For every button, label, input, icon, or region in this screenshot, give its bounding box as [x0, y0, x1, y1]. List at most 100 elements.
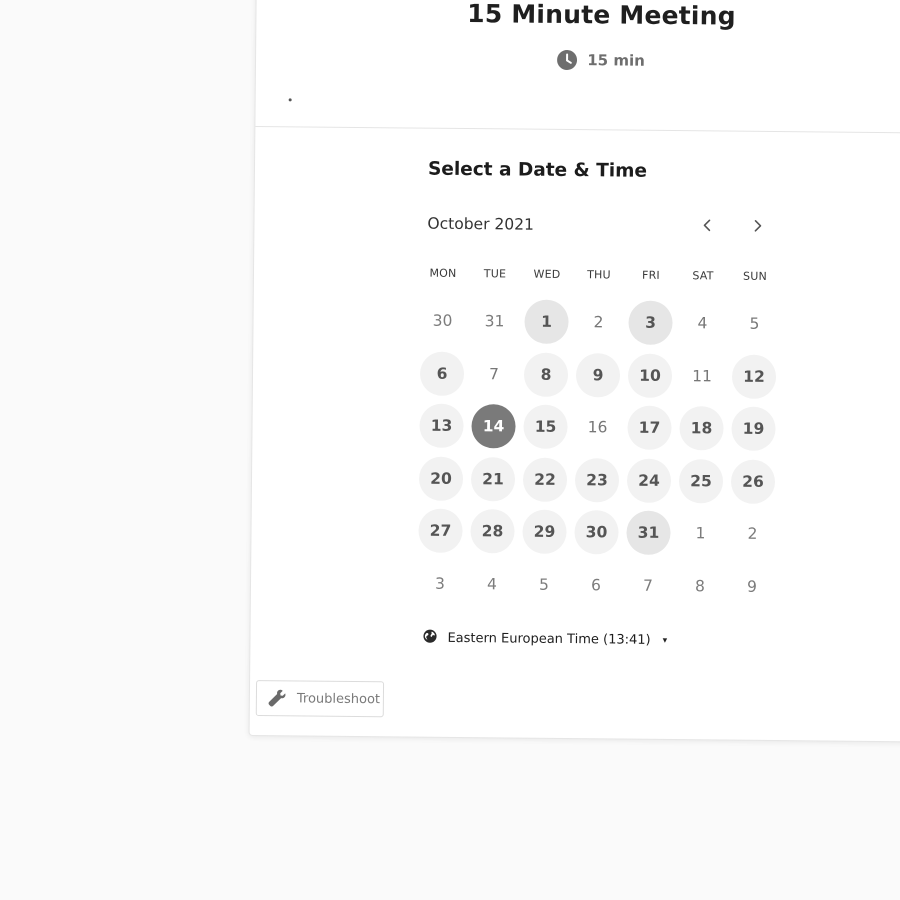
day-label: 4 [697, 314, 708, 333]
chevron-left-icon [701, 217, 713, 237]
weekday-label-sat: SAT [692, 269, 714, 283]
day-cell: 29 [518, 506, 571, 559]
caret-down-icon: ▾ [662, 635, 668, 646]
day-cell: 14 [467, 400, 520, 453]
event-title: 15 Minute Meeting [467, 0, 736, 31]
troubleshoot-label: Troubleshoot [296, 690, 381, 707]
day-cell: 25 [675, 455, 728, 508]
day-cell: 2 [726, 508, 779, 561]
selected-day-button[interactable]: 14 [471, 404, 516, 449]
event-duration: 15 min [256, 47, 900, 74]
day-cell: 9 [572, 349, 625, 402]
day-cell: 30 [416, 295, 469, 348]
day-cell: 31 [622, 507, 675, 560]
day-cell: 12 [728, 350, 781, 403]
day-cell: 13 [415, 400, 468, 453]
day-cell: 19 [727, 403, 780, 456]
day-cell: 5 [728, 298, 781, 351]
day-label: 30 [432, 311, 453, 331]
day-button[interactable]: 20 [418, 456, 464, 501]
select-date-title: Select a Date & Time [427, 158, 648, 182]
weekday-label-tue: TUE [483, 267, 507, 281]
day-label: 4 [486, 574, 498, 594]
day-button[interactable]: 22 [522, 457, 568, 502]
day-button[interactable]: 18 [679, 406, 724, 451]
day-label: 3 [434, 574, 446, 593]
chevron-right-icon [751, 218, 763, 238]
day-label: 2 [593, 313, 604, 332]
troubleshoot-button[interactable]: Troubleshoot [255, 680, 385, 718]
day-cell: 1 [674, 507, 727, 560]
day-cell: 4 [676, 297, 729, 350]
timezone-selector[interactable]: Eastern European Time (13:41) ▾ [422, 629, 667, 650]
day-cell: 11 [676, 350, 729, 403]
day-button[interactable]: 31 [626, 510, 671, 556]
day-cell: 8 [520, 348, 573, 401]
day-button[interactable]: 13 [419, 403, 464, 449]
day-button[interactable]: 25 [678, 458, 724, 504]
day-cell: 16 [571, 401, 624, 454]
day-label: 8 [694, 576, 706, 596]
day-button[interactable]: 19 [731, 406, 776, 452]
day-button[interactable]: 29 [522, 509, 567, 555]
day-cell: 6 [416, 347, 469, 400]
day-button[interactable]: 26 [730, 459, 776, 504]
day-button[interactable]: 21 [470, 456, 516, 502]
day-button[interactable]: 17 [627, 405, 672, 451]
day-button[interactable]: 24 [626, 458, 672, 503]
clock-icon [557, 49, 578, 70]
weekday-label-wed: WED [533, 267, 561, 281]
day-cell: 7 [622, 559, 675, 612]
day-button[interactable]: 30 [574, 510, 619, 555]
day-cell: 2 [572, 296, 625, 349]
day-cell: 6 [570, 559, 623, 612]
day-label: 5 [749, 315, 760, 334]
day-label: 7 [642, 576, 654, 595]
timezone-label: Eastern European Time (13:41) [447, 630, 651, 648]
month-navigation: October 2021 [427, 211, 772, 242]
event-header: 15 Minute Meeting 15 min [255, 0, 900, 134]
day-label: 2 [747, 524, 758, 544]
next-month-button[interactable] [743, 214, 771, 242]
day-button[interactable]: 27 [418, 508, 463, 554]
day-button[interactable]: 15 [523, 404, 568, 450]
globe-icon [422, 629, 437, 648]
booking-card: 15 Minute Meeting 15 min Select a Date &… [248, 0, 900, 743]
weekday-label-sun: SUN [742, 269, 767, 283]
day-cell: 24 [623, 454, 676, 507]
day-button[interactable]: 23 [574, 457, 620, 503]
day-label: 5 [538, 575, 550, 594]
day-cell: 18 [675, 402, 728, 455]
day-label: 11 [692, 366, 712, 386]
day-button[interactable]: 1 [524, 299, 569, 345]
day-cell: 15 [519, 401, 572, 454]
day-button[interactable]: 28 [470, 509, 515, 554]
weekday-label-thu: THU [587, 268, 611, 282]
description-marker [288, 98, 292, 102]
day-label: 1 [695, 524, 706, 543]
day-grid: 30 31 1 2 3 4 5 6 7 8 9 10 11 12 13 14 15 16 17 18 19 20 21 22 2… [414, 295, 781, 613]
day-button[interactable]: 8 [523, 352, 569, 397]
day-cell: 20 [415, 452, 468, 505]
day-cell: 31 [468, 295, 521, 348]
weekday-label-fri: FRI [642, 268, 660, 282]
calendar-grid: MON TUE WED THU FRI SAT SUN 30 31 1 2 3 4 5 6 7 8 9 10 11 1… [414, 267, 781, 613]
month-label: October 2021 [427, 214, 534, 234]
day-label: 9 [746, 577, 758, 596]
duration-label: 15 min [587, 51, 645, 70]
day-button[interactable]: 10 [627, 353, 673, 398]
day-button[interactable]: 3 [628, 300, 673, 346]
day-button[interactable]: 12 [731, 354, 777, 399]
day-cell: 5 [518, 558, 571, 611]
page: 15 Minute Meeting 15 min Select a Date &… [0, 0, 900, 900]
day-cell: 3 [624, 297, 677, 350]
day-cell: 30 [570, 506, 623, 559]
day-button[interactable]: 6 [419, 351, 465, 396]
day-cell: 8 [674, 560, 727, 613]
wrench-icon [266, 687, 288, 709]
day-label: 16 [587, 418, 608, 437]
previous-month-button[interactable] [693, 213, 721, 241]
day-cell: 28 [466, 505, 519, 558]
day-button[interactable]: 9 [575, 352, 621, 398]
day-label: 31 [484, 312, 505, 331]
